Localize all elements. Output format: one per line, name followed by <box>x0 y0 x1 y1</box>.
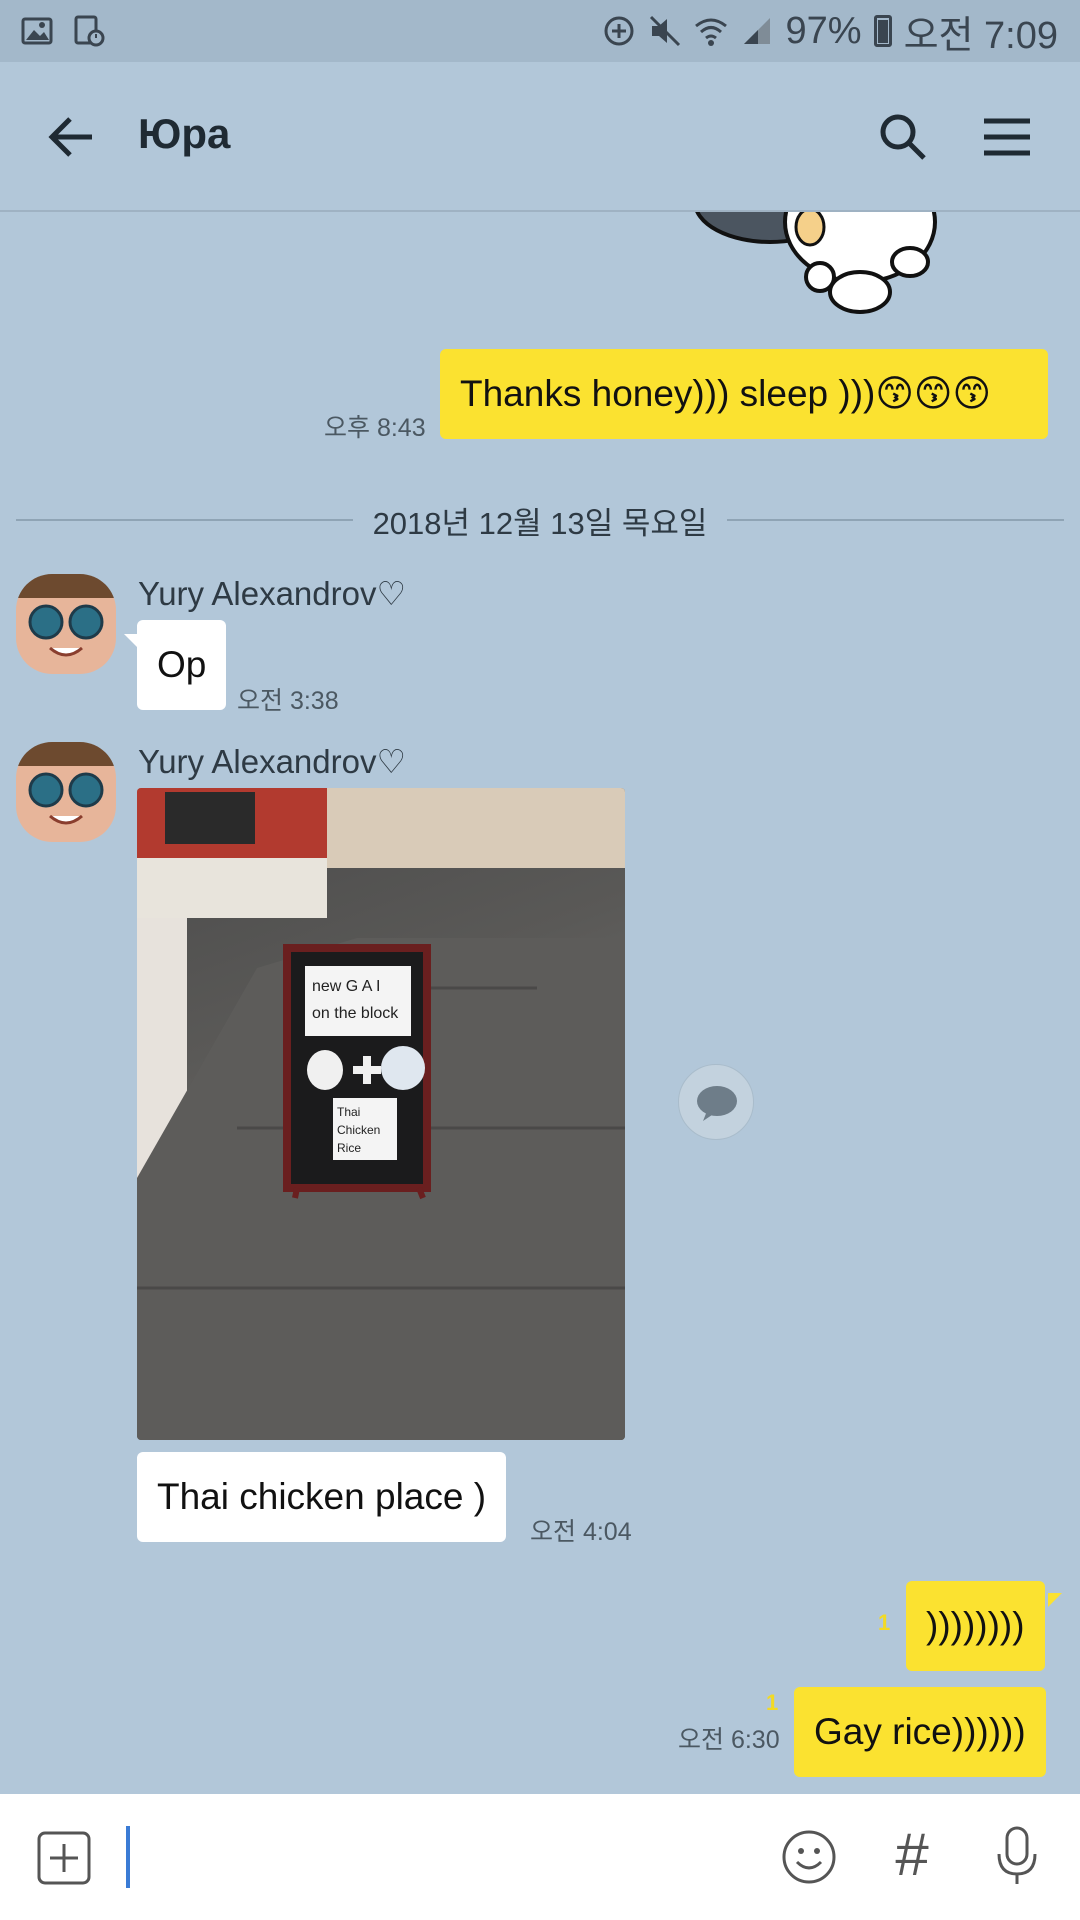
battery-percent: 97% <box>785 9 862 52</box>
bubble-tail <box>124 634 138 648</box>
sign-text-bottom-1: Thai <box>337 1105 360 1119</box>
divider-line <box>727 519 1065 521</box>
hashtag-icon[interactable]: # <box>884 1824 940 1886</box>
date-divider: 2018년 12월 13일 목요일 <box>16 490 1065 550</box>
photo-message[interactable]: new G A I on the block Thai Chicken Rice <box>137 788 625 1440</box>
text-cursor <box>126 1826 130 1888</box>
avatar-face-icon <box>28 772 104 825</box>
avatar-face-icon <box>28 604 104 657</box>
unread-count: 1 <box>766 1690 779 1715</box>
sign-text-top-1: new G A I <box>312 978 380 995</box>
chat-title: Юра <box>138 110 231 157</box>
message-time: 오전 3:38 <box>237 687 339 715</box>
message-input[interactable] <box>126 1822 746 1892</box>
unread-count: 1 <box>878 1610 891 1635</box>
status-bar-left <box>20 14 106 48</box>
their-message-bubble[interactable]: Op <box>137 620 227 710</box>
message-text: Op <box>157 644 207 685</box>
data-saver-icon <box>604 16 633 46</box>
my-message-bubble[interactable]: Thanks honey))) sleep )))😙😙😙 <box>440 349 1048 439</box>
attach-plus-icon[interactable] <box>36 1830 92 1886</box>
sign-text-bottom-2: Chicken <box>337 1123 380 1137</box>
sender-avatar[interactable] <box>16 574 116 674</box>
status-bar: 97% 오전 7:09 <box>0 0 1080 62</box>
message-text: )))))))) <box>926 1605 1025 1646</box>
message-text: Thanks honey))) sleep )))😙😙😙 <box>460 373 992 414</box>
back-arrow-icon[interactable] <box>42 106 104 168</box>
their-message-bubble[interactable]: Thai chicken place ) <box>137 1452 507 1542</box>
emoji-icon[interactable] <box>780 1828 838 1886</box>
bubble-tail <box>1048 1593 1062 1607</box>
sender-name: Yury Alexandrov♡ <box>138 743 407 780</box>
photo-image: new G A I on the block Thai Chicken Rice <box>137 788 625 1440</box>
wifi-icon <box>694 18 727 46</box>
message-time: 오전 6:30 <box>678 1726 780 1754</box>
message-time: 오전 4:04 <box>530 1518 632 1546</box>
message-input-bar: # <box>0 1794 1080 1920</box>
my-message-bubble[interactable]: Gay rice)))))) <box>794 1687 1046 1777</box>
chat-header: Юра <box>0 62 1080 212</box>
sticker-image[interactable] <box>690 212 990 332</box>
message-time: 오후 8:43 <box>324 414 426 442</box>
message-text: Gay rice)))))) <box>814 1711 1026 1752</box>
signal-icon <box>743 18 770 44</box>
screenshot-notification-icon <box>74 15 105 47</box>
date-label: 2018년 12월 13일 목요일 <box>372 505 708 541</box>
sender-avatar[interactable] <box>16 742 116 842</box>
my-message-bubble[interactable]: )))))))) <box>906 1581 1045 1671</box>
status-bar-right: 97% 오전 7:09 <box>602 4 1058 59</box>
divider-line <box>16 519 353 521</box>
search-icon[interactable] <box>872 106 934 168</box>
battery-icon <box>873 15 892 47</box>
reply-comment-icon[interactable] <box>678 1064 754 1140</box>
status-time: 오전 7:09 <box>903 14 1058 57</box>
sender-name: Yury Alexandrov♡ <box>138 575 407 612</box>
sign-text-bottom-3: Rice <box>337 1141 361 1155</box>
gallery-icon <box>21 17 53 45</box>
menu-icon[interactable] <box>976 106 1038 168</box>
mute-icon <box>649 15 680 47</box>
chat-area[interactable]: 오후 8:43 Thanks honey))) sleep )))😙😙😙 201… <box>0 212 1080 1794</box>
message-text: Thai chicken place ) <box>157 1476 487 1517</box>
sign-text-top-2: on the block <box>312 1005 399 1022</box>
microphone-icon[interactable] <box>990 1824 1044 1888</box>
